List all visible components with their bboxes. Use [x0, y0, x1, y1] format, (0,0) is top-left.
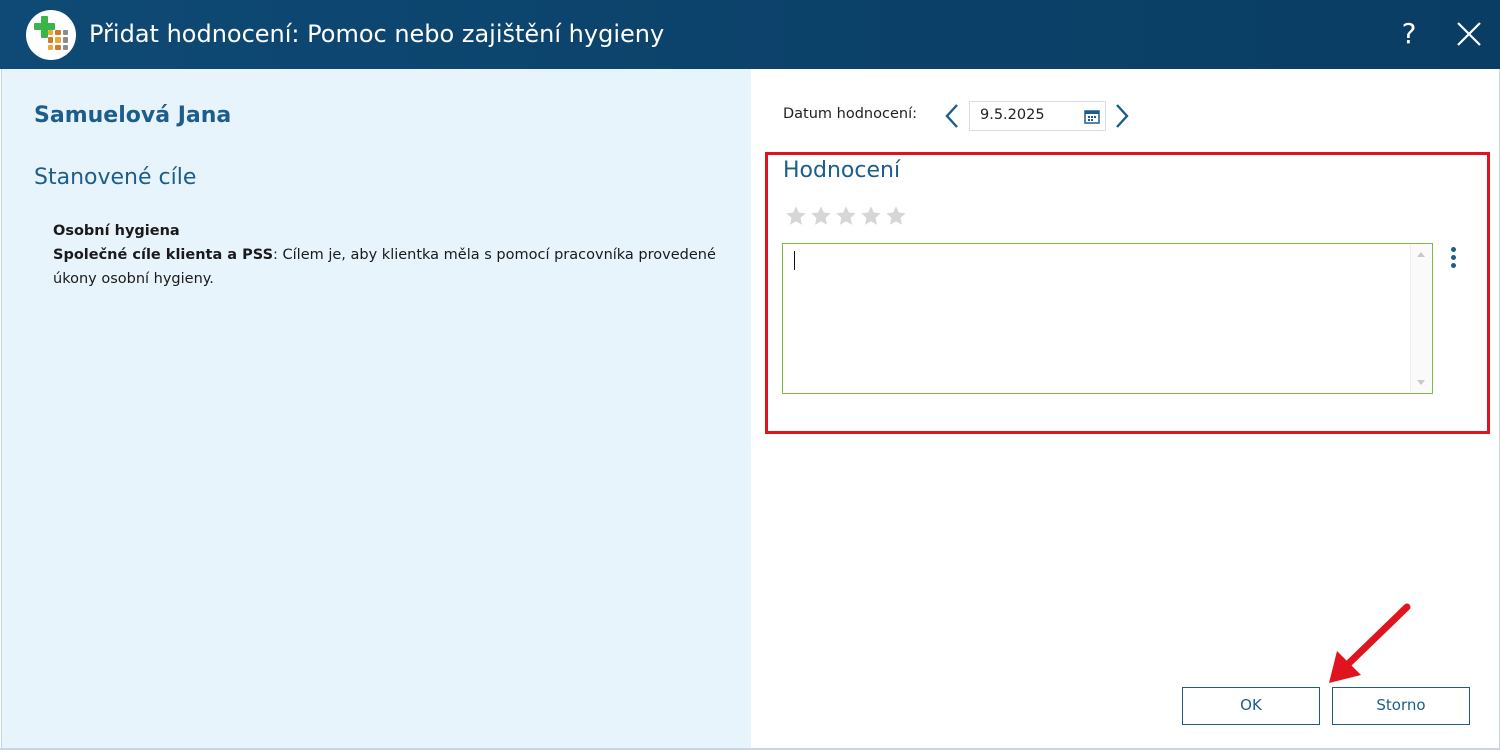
scroll-up-icon[interactable]: [1417, 252, 1425, 257]
close-button[interactable]: [1452, 17, 1486, 51]
text-caret: [794, 251, 795, 270]
star-icon[interactable]: [785, 205, 807, 227]
star-icon[interactable]: [885, 205, 907, 227]
goal-shared-label: Společné cíle klienta a PSS: [53, 247, 274, 263]
window-title: Přidat hodnocení: Pomoc nebo zajištění h…: [89, 20, 665, 48]
star-icon[interactable]: [835, 205, 857, 227]
scroll-down-icon[interactable]: [1417, 380, 1425, 385]
goal-name: Osobní hygiena: [53, 223, 180, 239]
cancel-button[interactable]: Storno: [1332, 687, 1470, 725]
date-input[interactable]: 9.5.2025: [969, 101, 1106, 131]
chevron-right-icon: [1116, 104, 1129, 128]
star-icon[interactable]: [860, 205, 882, 227]
star-icon[interactable]: [810, 205, 832, 227]
goal-description: Společné cíle klienta a PSS: Cílem je, a…: [53, 243, 733, 291]
chevron-left-icon: [945, 104, 958, 128]
ok-button[interactable]: OK: [1182, 687, 1320, 725]
close-icon: [1457, 22, 1481, 46]
goal-item: Osobní hygiena Společné cíle klienta a P…: [53, 219, 733, 291]
goals-section-title: Stanovené cíle: [34, 165, 197, 190]
client-name: Samuelová Jana: [34, 103, 232, 128]
previous-date-button[interactable]: [943, 103, 961, 129]
date-label: Datum hodnocení:: [783, 106, 917, 122]
comment-input[interactable]: [783, 244, 1410, 393]
app-logo-icon: [26, 10, 76, 60]
goals-panel: Samuelová Jana Stanovené cíle Osobní hyg…: [1, 69, 751, 750]
rating-title: Hodnocení: [783, 158, 901, 183]
comment-scrollbar[interactable]: [1410, 244, 1432, 393]
next-date-button[interactable]: [1113, 103, 1131, 129]
help-button[interactable]: ?: [1394, 14, 1424, 54]
date-value: 9.5.2025: [980, 107, 1045, 123]
red-arrow-annotation: [1329, 603, 1411, 683]
calendar-icon[interactable]: [1084, 109, 1100, 124]
rating-panel: Datum hodnocení: 9.5.2025 Hodnocení OK S…: [751, 69, 1500, 750]
comment-field[interactable]: [782, 243, 1433, 394]
more-options-icon[interactable]: [1447, 247, 1459, 273]
star-rating[interactable]: [785, 205, 907, 227]
title-bar: Přidat hodnocení: Pomoc nebo zajištění h…: [0, 0, 1500, 69]
